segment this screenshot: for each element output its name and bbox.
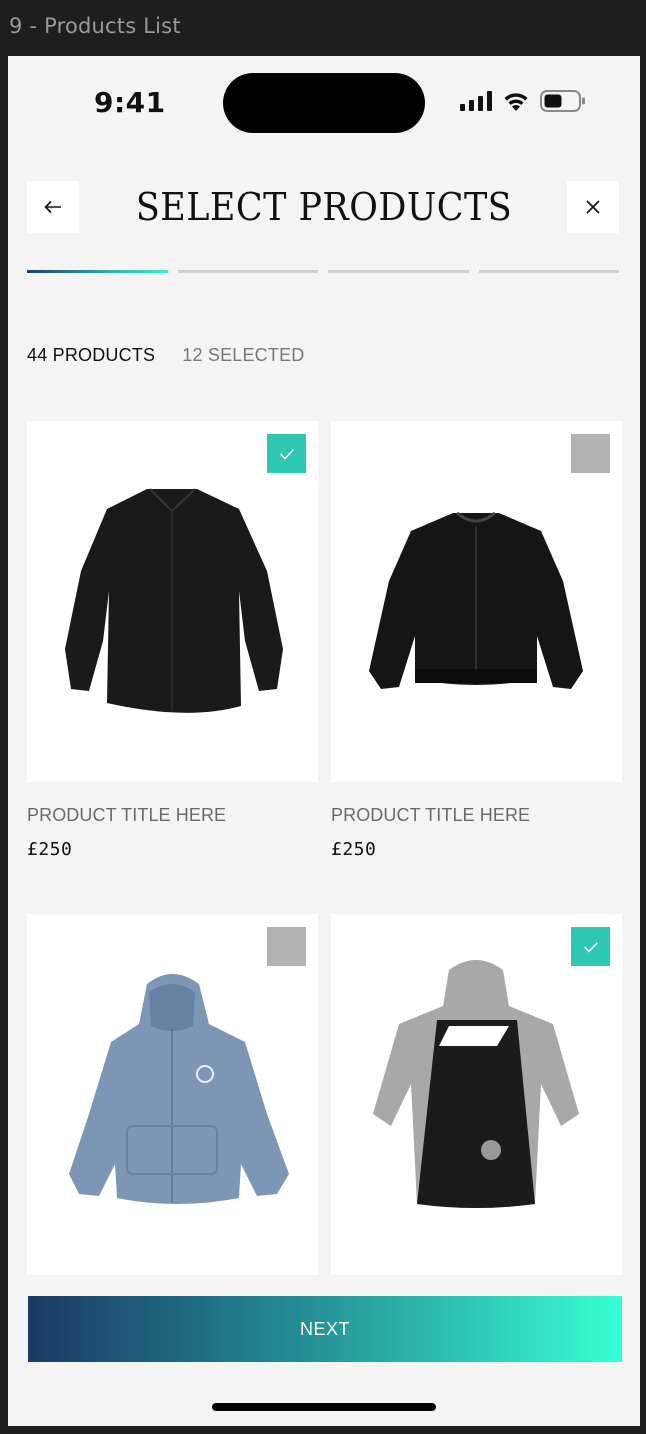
progress-step-1 [27,270,168,273]
home-indicator[interactable] [212,1403,436,1411]
product-checkbox[interactable] [267,927,306,966]
progress-step-4 [478,270,619,273]
page-title: SELECT PRODUCTS [135,185,513,229]
product-price: £250 [331,839,377,860]
status-time: 9:41 [94,86,166,119]
products-count: 44 PRODUCTS [27,345,156,365]
step-progress [27,270,619,273]
checkmark-icon [279,448,294,460]
wifi-icon [504,93,528,111]
cellular-signal-icon [460,91,492,111]
product-summary: 44 PRODUCTS 12 SELECTED [27,345,304,366]
product-image-black-leather-bomber-jacket [331,421,622,782]
product-image-blue-zip-hoodie [27,914,318,1275]
product-checkbox[interactable] [571,927,610,966]
product-title: PRODUCT TITLE HERE [27,805,227,825]
product-image-black-shirt [27,421,318,782]
battery-icon [540,90,585,112]
product-card[interactable] [331,914,622,1275]
product-card[interactable]: PRODUCT TITLE HERE £250 [27,421,318,860]
progress-step-2 [177,270,318,273]
progress-step-3 [328,270,469,273]
checkmark-icon [583,941,598,953]
product-price: £250 [27,839,73,860]
phone-screen: 9:41 SELECT PRODUCTS 44 PRODUCTS 12 SELE… [8,56,640,1426]
close-icon [586,200,600,214]
product-title: PRODUCT TITLE HERE [331,805,531,825]
close-button[interactable] [567,181,619,233]
selected-count: 12 SELECTED [182,345,305,365]
product-image-grey-black-hooded-tee [331,914,622,1275]
product-checkbox[interactable] [267,434,306,473]
next-button[interactable]: NEXT [28,1296,622,1362]
frame-label: 9 - Products List [9,14,181,38]
status-icons [460,90,586,112]
dynamic-island [223,73,425,133]
product-card[interactable] [27,914,318,1275]
product-checkbox[interactable] [571,434,610,473]
product-card[interactable]: PRODUCT TITLE HERE £250 [331,421,622,860]
